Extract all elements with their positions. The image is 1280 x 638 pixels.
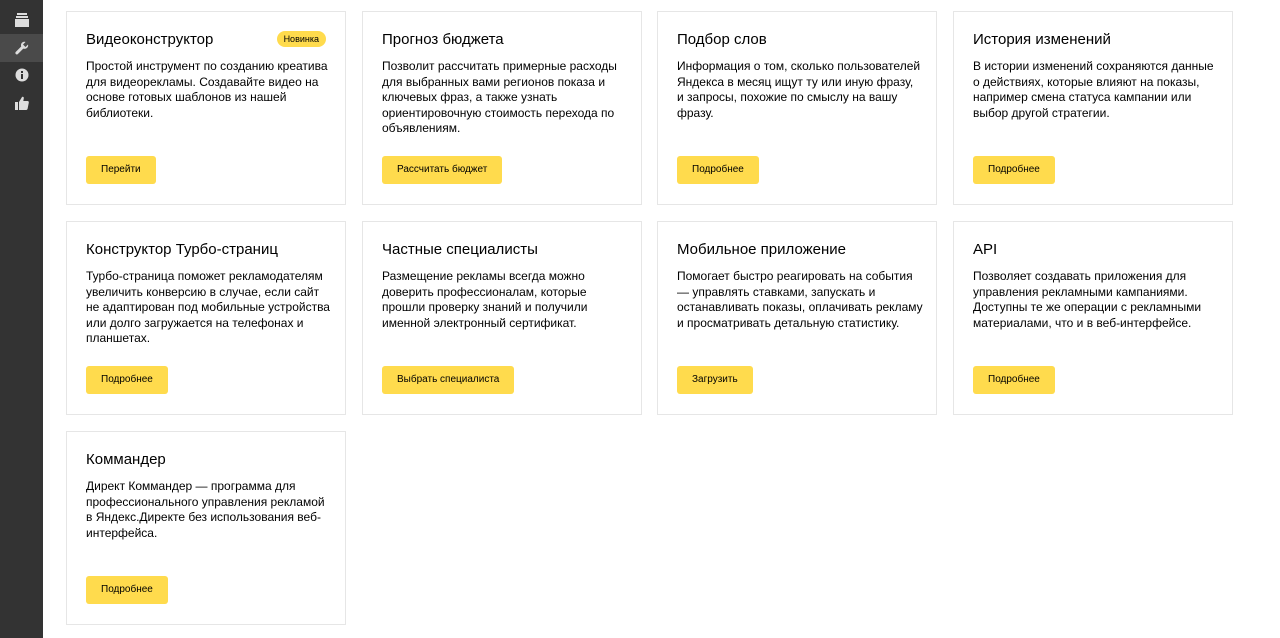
tool-card-budget-forecast: Прогноз бюджета Позволит рассчитать прим… (362, 11, 642, 205)
card-title: Подбор слов (677, 31, 767, 48)
tool-card-change-history: История изменений В истории изменений со… (953, 11, 1233, 205)
card-title: API (973, 241, 998, 258)
tool-card-specialists: Частные специалисты Размещение рекламы в… (362, 221, 642, 415)
campaigns-stack-icon (14, 13, 29, 27)
card-description: Позволит рассчитать примерные расходы дл… (382, 59, 617, 135)
card-title: Видеоконструктор (86, 31, 214, 48)
more-button[interactable]: Подробнее (86, 366, 168, 394)
card-description: Размещение рекламы всегда можно доверить… (382, 269, 588, 330)
more-button[interactable]: Подробнее (973, 366, 1055, 394)
calculate-budget-button[interactable]: Рассчитать бюджет (382, 156, 503, 184)
new-badge: Новинка (276, 31, 326, 47)
sidebar-item-info[interactable] (0, 61, 43, 89)
go-button[interactable]: Перейти (86, 156, 156, 184)
tool-card-mobile-app: Мобильное приложение Помогает быстро реа… (657, 221, 937, 415)
sidebar (0, 0, 43, 638)
sidebar-item-campaigns[interactable] (0, 6, 43, 34)
card-description: В истории изменений сохраняются данные о… (973, 59, 1214, 120)
tool-card-word-selection: Подбор слов Информация о том, сколько по… (657, 11, 937, 205)
tool-card-turbo-pages: Конструктор Турбо-страниц Турбо-страница… (66, 221, 346, 415)
card-title: Мобильное приложение (677, 241, 846, 258)
more-button[interactable]: Подробнее (677, 156, 759, 184)
card-title: Конструктор Турбо-страниц (86, 241, 278, 258)
tool-card-video-constructor: Видеоконструктор Новинка Простой инструм… (66, 11, 346, 205)
card-description: Помогает быстро реагировать на события —… (677, 269, 923, 330)
info-icon (15, 68, 28, 82)
card-title: История изменений (973, 31, 1111, 48)
tool-card-api: API Позволяет создавать приложения для у… (953, 221, 1233, 415)
card-title: Частные специалисты (382, 241, 538, 258)
download-button[interactable]: Загрузить (677, 366, 753, 394)
card-description: Директ Коммандер — программа для професс… (86, 479, 325, 540)
card-description: Простой инструмент по созданию креатива … (86, 59, 328, 120)
thumbs-up-icon (14, 96, 29, 110)
choose-specialist-button[interactable]: Выбрать специалиста (382, 366, 515, 394)
wrench-icon (14, 41, 28, 55)
sidebar-item-tools[interactable] (0, 34, 43, 62)
card-description: Турбо-страница поможет рекламодателям ув… (86, 269, 330, 345)
card-description: Информация о том, сколько пользователей … (677, 59, 921, 120)
tool-card-commander: Коммандер Директ Коммандер — программа д… (66, 431, 346, 625)
more-button[interactable]: Подробнее (86, 576, 168, 604)
card-title: Коммандер (86, 451, 166, 468)
card-description: Позволяет создавать приложения для управ… (973, 269, 1202, 330)
sidebar-item-feedback[interactable] (0, 89, 43, 117)
card-title: Прогноз бюджета (382, 31, 504, 48)
more-button[interactable]: Подробнее (973, 156, 1055, 184)
